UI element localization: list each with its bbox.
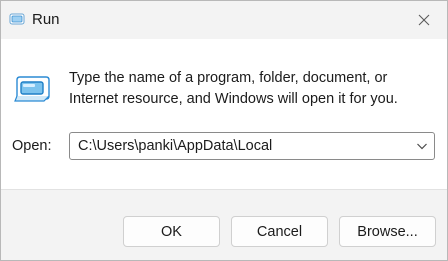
browse-button[interactable]: Browse... [339, 216, 436, 247]
open-combobox[interactable]: C:\Users\panki\AppData\Local [69, 132, 435, 160]
close-button[interactable] [401, 1, 447, 39]
title-bar: Run [1, 1, 447, 39]
window-title: Run [32, 11, 60, 28]
run-dialog: Run Type the name of a program, folder, … [0, 0, 448, 261]
chevron-down-icon[interactable] [416, 140, 428, 152]
dialog-body: Type the name of a program, folder, docu… [1, 39, 447, 189]
open-label: Open: [12, 138, 52, 154]
run-app-icon [9, 13, 25, 25]
dialog-footer: OK Cancel Browse... [1, 189, 447, 260]
cancel-button[interactable]: Cancel [231, 216, 328, 247]
dialog-description: Type the name of a program, folder, docu… [69, 70, 398, 107]
open-input-value[interactable]: C:\Users\panki\AppData\Local [78, 138, 272, 154]
run-dialog-icon [14, 76, 50, 102]
ok-button[interactable]: OK [123, 216, 220, 247]
close-icon [418, 14, 430, 26]
